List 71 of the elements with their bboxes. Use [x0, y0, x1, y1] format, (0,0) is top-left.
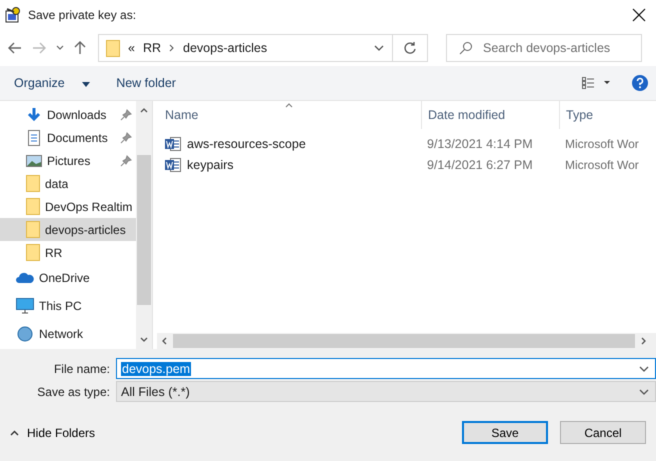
- sidebar-item[interactable]: RR: [0, 241, 136, 264]
- sidebar-item[interactable]: DevOps Realtim: [0, 195, 136, 218]
- sidebar-item[interactable]: Downloads: [0, 103, 136, 126]
- back-arrow-icon[interactable]: [8, 42, 22, 54]
- picture-icon: [26, 152, 42, 168]
- chevron-down-icon[interactable]: [374, 45, 384, 51]
- sidebar-item[interactable]: devops-articles: [0, 218, 136, 241]
- search-icon: [459, 41, 473, 55]
- folder-icon: [26, 198, 40, 215]
- dialog-button[interactable]: Save: [462, 421, 548, 444]
- caret-icon: [82, 82, 90, 87]
- globe-icon: [16, 326, 34, 342]
- date-cell-text: 9/13/2021 4:14 PM: [426, 136, 534, 150]
- hide-folders-button[interactable]: Hide Folders: [6, 422, 100, 444]
- help-icon[interactable]: [632, 75, 648, 91]
- horizontal-scrollbar[interactable]: [157, 333, 656, 349]
- dialog-button[interactable]: Cancel: [560, 421, 646, 444]
- refresh-icon[interactable]: [403, 41, 417, 55]
- chevron-down-icon[interactable]: [56, 45, 64, 51]
- chevron-up-icon[interactable]: [140, 107, 148, 113]
- folder-icon: [26, 244, 40, 261]
- monitor-icon: [16, 298, 34, 314]
- folder-icon: [106, 40, 120, 56]
- pin-icon: [120, 154, 132, 166]
- sidebar-item[interactable]: Documents: [0, 126, 136, 149]
- file-name-field[interactable]: devops.pem: [116, 358, 656, 379]
- chevron-left-icon[interactable]: [161, 337, 167, 345]
- cloud-icon: [16, 272, 34, 284]
- overflow-chevron[interactable]: «: [128, 41, 135, 55]
- sidebar-item[interactable]: Pictures: [0, 149, 136, 172]
- save-as-type-label: Save as type:: [36, 384, 111, 398]
- chevron-up-icon: [10, 430, 19, 436]
- pin-icon: [120, 132, 132, 144]
- date-cell-text: 9/14/2021 6:27 PM: [426, 158, 534, 172]
- close-icon[interactable]: [632, 8, 646, 22]
- window-title: Save private key as:: [28, 8, 136, 22]
- sidebar-item[interactable]: This PC: [0, 292, 136, 320]
- sort-caret-icon: [285, 103, 293, 108]
- new-folder-button[interactable]: New folder: [106, 72, 186, 94]
- document-icon: [26, 130, 42, 146]
- word-document-icon: [165, 136, 181, 152]
- chevron-down-icon[interactable]: [639, 366, 649, 372]
- vertical-scrollbar[interactable]: [136, 101, 152, 349]
- type-cell-text: Microsoft Wor: [564, 136, 640, 150]
- file-name[interactable]: aws-resources-scope: [187, 136, 306, 150]
- view-list-icon[interactable]: [582, 77, 612, 89]
- sidebar-item[interactable]: data: [0, 172, 136, 195]
- search-field[interactable]: Search devops-articles: [446, 34, 642, 62]
- folder-icon: [26, 221, 40, 238]
- folder-icon: [26, 175, 40, 192]
- column-header[interactable]: Type: [559, 101, 656, 129]
- breadcrumb[interactable]: devops-articles: [183, 41, 268, 55]
- download-arrow-icon: [26, 106, 42, 122]
- organize-button[interactable]: Organize: [4, 72, 100, 94]
- chevron-right-icon[interactable]: [641, 337, 647, 345]
- file-name[interactable]: keypairs: [187, 158, 234, 172]
- file-name-label: File name:: [52, 362, 111, 376]
- address-bar[interactable]: « RR devops-articles: [98, 34, 428, 62]
- word-document-icon: [165, 156, 181, 172]
- sidebar-item[interactable]: OneDrive: [0, 264, 136, 292]
- chevron-down-icon[interactable]: [639, 388, 649, 394]
- up-arrow-icon[interactable]: [74, 41, 86, 55]
- chevron-down-icon[interactable]: [140, 337, 148, 343]
- chevron-right-icon: [169, 44, 176, 52]
- column-header[interactable]: Date modified: [421, 101, 559, 129]
- sidebar-item[interactable]: Network: [0, 320, 136, 348]
- pin-icon: [120, 108, 132, 120]
- save-as-type-dropdown[interactable]: All Files (*.*): [116, 381, 656, 402]
- type-cell-text: Microsoft Wor: [564, 158, 640, 172]
- column-header[interactable]: Name: [165, 101, 421, 129]
- breadcrumb[interactable]: RR: [142, 41, 162, 55]
